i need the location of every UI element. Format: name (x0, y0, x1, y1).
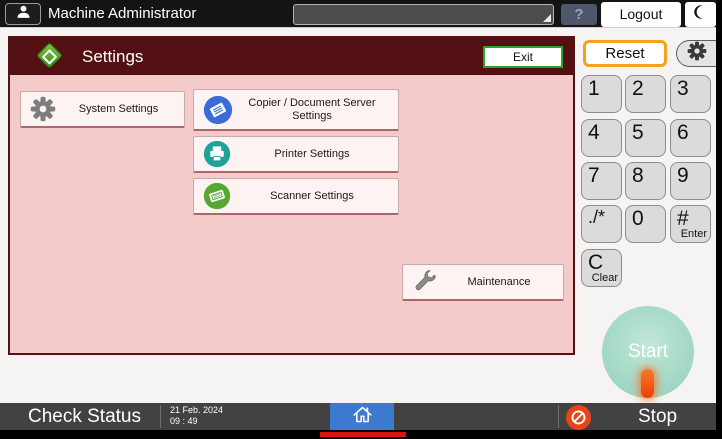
home-active-indicator (320, 432, 406, 437)
start-indicator-light (641, 369, 654, 398)
numpad-key-6[interactable]: 6 (670, 119, 711, 157)
panel-title: Settings (82, 38, 143, 75)
wrench-icon (412, 269, 438, 295)
menu-button-label: System Settings (79, 103, 158, 116)
device-bezel-right (716, 0, 722, 439)
copier-icon (203, 95, 233, 125)
numpad-key-1[interactable]: 1 (581, 75, 622, 113)
home-icon (352, 404, 373, 430)
check-status-button[interactable]: Check Status (28, 403, 141, 430)
numpad-key-2[interactable]: 2 (625, 75, 666, 113)
expand-corner-icon (543, 14, 551, 22)
panel-settings-button[interactable] (676, 40, 716, 67)
menu-button-label: Scanner Settings (270, 190, 354, 203)
user-account-button[interactable] (5, 3, 41, 25)
numpad-key-9[interactable]: 9 (670, 162, 711, 200)
reset-button[interactable]: Reset (583, 40, 667, 67)
printer-settings-button[interactable]: Printer Settings (193, 136, 399, 173)
stop-button-label: Stop (638, 403, 677, 430)
menu-button-label: Copier / Document Server Settings (234, 97, 390, 123)
gear-icon (30, 96, 56, 122)
divider (160, 405, 161, 428)
exit-button[interactable]: Exit (483, 46, 563, 68)
settings-panel-header: Settings Exit (10, 38, 573, 75)
system-message-field[interactable] (293, 4, 554, 25)
scanner-settings-button[interactable]: Scanner Settings (193, 178, 399, 215)
time-label: 09 : 49 (170, 416, 223, 427)
date-time-display: 21 Feb. 2024 09 : 49 (170, 405, 223, 427)
settings-diamond-icon (36, 42, 63, 69)
menu-button-label: Printer Settings (274, 148, 349, 161)
moon-icon (693, 4, 709, 25)
numpad-key-clear[interactable]: CClear (581, 249, 622, 287)
divider (558, 405, 559, 428)
numpad-key-3[interactable]: 3 (670, 75, 711, 113)
printer-icon (203, 140, 231, 168)
logout-button[interactable]: Logout (601, 2, 681, 27)
top-bar: Machine Administrator ? Logout (0, 0, 722, 28)
bottom-status-bar: Check Status 21 Feb. 2024 09 : 49 (0, 403, 722, 430)
home-button[interactable] (330, 403, 394, 430)
numpad-key-4[interactable]: 4 (581, 119, 622, 157)
stop-button[interactable]: Stop (566, 403, 696, 430)
help-button[interactable]: ? (561, 4, 597, 25)
numpad-key-enter[interactable]: #Enter (670, 205, 711, 243)
numpad-key-0[interactable]: 0 (625, 205, 666, 243)
maintenance-button[interactable]: Maintenance (402, 264, 564, 301)
numpad-key-7[interactable]: 7 (581, 162, 622, 200)
energy-saver-button[interactable] (685, 2, 716, 27)
device-screen: Machine Administrator ? Logout Settings … (0, 0, 722, 439)
system-settings-button[interactable]: System Settings (20, 91, 185, 128)
start-button-label: Start (628, 341, 668, 363)
logged-in-user-label: Machine Administrator (48, 0, 196, 28)
person-icon (15, 3, 32, 25)
scanner-icon (203, 182, 231, 210)
gear-icon (687, 41, 707, 66)
numpad-key-slash-star[interactable]: ./* (581, 205, 622, 243)
menu-button-label: Maintenance (468, 276, 531, 289)
copier-document-server-settings-button[interactable]: Copier / Document Server Settings (193, 89, 399, 131)
numpad-key-5[interactable]: 5 (625, 119, 666, 157)
numpad-key-8[interactable]: 8 (625, 162, 666, 200)
stop-icon (566, 405, 591, 430)
date-label: 21 Feb. 2024 (170, 405, 223, 416)
settings-panel: Settings Exit System Settings (8, 36, 575, 355)
